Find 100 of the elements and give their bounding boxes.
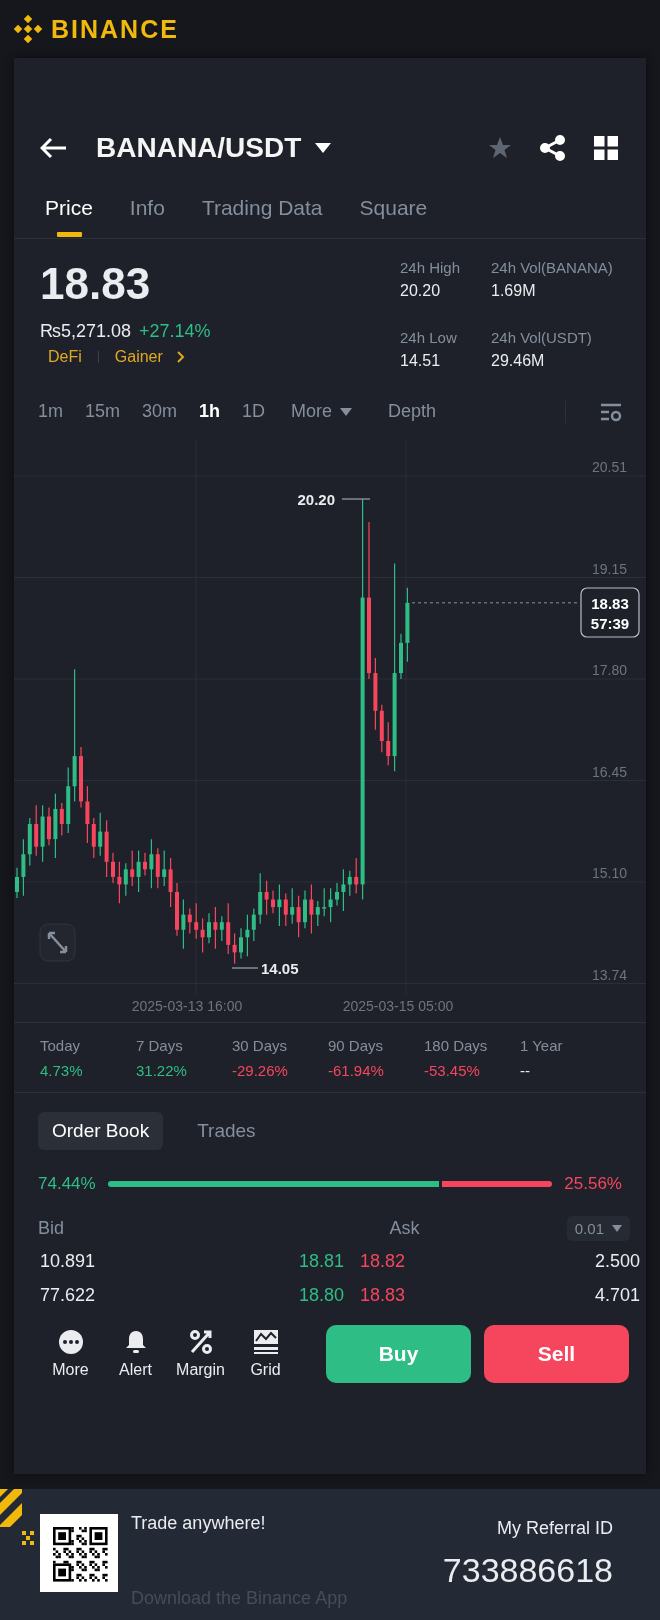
axis-label: 16.45	[591, 763, 627, 780]
candle	[79, 746, 83, 809]
candle	[175, 882, 179, 937]
period-label: Today	[40, 1036, 82, 1054]
period-change: -61.94%	[328, 1061, 385, 1079]
tab[interactable]: Price	[39, 195, 99, 238]
depth-tab[interactable]: Depth	[388, 401, 437, 422]
stat-value: 1.69M	[491, 282, 537, 300]
caret-icon	[612, 1224, 622, 1232]
column-header: Bid	[38, 1217, 64, 1239]
bid-amount: 77.622	[40, 1284, 97, 1306]
bid-share: 74.44%	[38, 1174, 96, 1194]
interval-tab[interactable]: 1D	[242, 401, 266, 422]
axis-label: 2025-03-15 05:00	[342, 998, 454, 1014]
ask-amount: 2.500	[594, 1250, 640, 1272]
axis-label: 13.74	[591, 966, 627, 983]
tab[interactable]: Order Book	[38, 1112, 164, 1150]
ask-share: 25.56%	[564, 1174, 622, 1194]
price-change: +27.14%	[139, 321, 211, 342]
stat-label: 24h Vol(USDT)	[491, 328, 593, 346]
period-label: 1 Year	[520, 1036, 564, 1054]
period-change: 4.73%	[40, 1061, 84, 1079]
fiat-price: ₨5,271.08	[40, 321, 132, 342]
action-button[interactable]: Grid	[233, 1329, 298, 1379]
grid-icon[interactable]	[594, 136, 618, 160]
bid-price: 18.80	[297, 1284, 344, 1306]
period-change: 31.22%	[136, 1061, 188, 1079]
candle	[47, 806, 51, 846]
bid-amount: 10.891	[40, 1250, 97, 1272]
leader-line	[231, 967, 259, 969]
column-header: Ask	[388, 1217, 420, 1239]
pair-title[interactable]: BANANA/USDT	[96, 132, 302, 164]
ask-amount: 4.701	[594, 1284, 640, 1306]
axis-label: 20.51	[591, 459, 627, 475]
tag-link[interactable]: DeFi	[48, 348, 82, 366]
interval-tab[interactable]: 15m	[85, 401, 121, 422]
stat-label: 24h High	[400, 259, 462, 276]
expand-icon[interactable]	[39, 923, 76, 962]
high-label: 20.20	[297, 491, 335, 508]
interval-tab[interactable]: 30m	[142, 401, 178, 422]
period-label: 180 Days	[424, 1036, 489, 1054]
stat-label: 24h Vol(BANANA)	[491, 259, 614, 276]
axis-label: 15.10	[591, 865, 627, 881]
tag-link[interactable]: Gainer	[114, 348, 163, 366]
low-label: 14.05	[261, 960, 299, 977]
percent-icon	[187, 1329, 214, 1355]
candle	[399, 633, 403, 680]
period-change: -53.45%	[424, 1061, 481, 1079]
axis-label: 2025-03-13 16:00	[131, 998, 243, 1014]
more-icon	[57, 1329, 84, 1355]
more-dropdown[interactable]: More	[291, 401, 353, 422]
candle	[303, 889, 307, 929]
interval-tab[interactable]: 1h	[199, 401, 221, 422]
ask-price: 18.82	[360, 1250, 406, 1272]
tab[interactable]: Info	[123, 195, 171, 238]
action-button[interactable]: More	[38, 1329, 103, 1379]
candle	[271, 889, 275, 914]
brand-name: BINANCE	[51, 14, 179, 44]
chevron-icon[interactable]	[176, 351, 185, 363]
referral-id: 733886618	[442, 1551, 613, 1590]
chart-settings-icon[interactable]	[600, 401, 622, 422]
period-change: -29.26%	[232, 1061, 289, 1079]
candle	[15, 867, 19, 899]
tab[interactable]: Trades	[183, 1112, 270, 1150]
referral-label: My Referral ID	[496, 1518, 613, 1539]
candle	[239, 927, 243, 960]
stat-value: 14.51	[400, 351, 442, 370]
star-icon[interactable]	[488, 136, 512, 160]
action-button[interactable]: Margin	[168, 1329, 233, 1379]
interval-tab[interactable]: 1m	[38, 401, 63, 422]
sell-button[interactable]: Sell	[484, 1325, 629, 1383]
leader-line	[341, 498, 371, 500]
caret-icon	[340, 407, 353, 416]
precision-dropdown[interactable]: 0.01	[566, 1215, 630, 1241]
last-price: 18.83	[40, 259, 152, 309]
candle	[143, 852, 147, 876]
action-button[interactable]: Alert	[103, 1329, 168, 1379]
bid-price: 18.81	[297, 1250, 344, 1272]
axis-label: 19.15	[591, 560, 627, 577]
back-icon[interactable]	[40, 137, 68, 159]
ask-price: 18.83	[360, 1284, 406, 1306]
caret-icon[interactable]	[315, 143, 332, 153]
banner-title: Trade anywhere!	[131, 1513, 267, 1534]
stat-value: 29.46M	[491, 351, 546, 370]
logo-icon	[13, 14, 43, 44]
period-label: 7 Days	[136, 1036, 184, 1054]
candle	[111, 852, 115, 884]
grid-chart-icon	[252, 1329, 279, 1355]
period-label: 30 Days	[232, 1036, 289, 1054]
share-icon[interactable]	[540, 135, 566, 161]
tab[interactable]: Trading Data	[195, 195, 329, 238]
stat-label: 24h Low	[400, 328, 458, 346]
period-label: 90 Days	[328, 1036, 385, 1054]
axis-label: 17.80	[591, 662, 627, 678]
stat-value: 20.20	[400, 282, 442, 300]
price-tag: 18.83 57:39	[580, 587, 640, 638]
tab[interactable]: Square	[353, 195, 434, 238]
candle	[207, 912, 211, 944]
candle	[335, 882, 339, 907]
period-change: --	[520, 1061, 531, 1079]
